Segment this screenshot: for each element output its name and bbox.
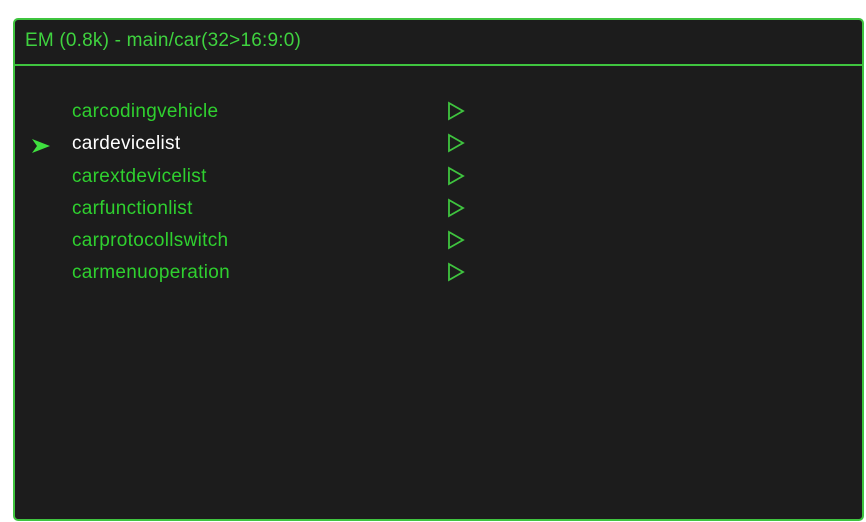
menu-item-label: carprotocollswitch <box>72 230 229 251</box>
menu-item-carextdevicelist[interactable]: carextdevicelist <box>15 163 485 195</box>
menu-item-label: carextdevicelist <box>72 166 207 187</box>
menu-item-label: carfunctionlist <box>72 198 193 219</box>
menu-item-cardevicelist[interactable]: cardevicelist <box>15 130 485 162</box>
selection-pointer-icon <box>32 139 50 153</box>
title-bar: EM (0.8k) - main/car(32>16:9:0) <box>15 20 862 66</box>
menu-item-carmenuoperation[interactable]: carmenuoperation <box>15 259 485 291</box>
submenu-triangle-icon <box>448 101 465 121</box>
menu-item-carfunctionlist[interactable]: carfunctionlist <box>15 195 485 227</box>
submenu-triangle-icon <box>448 133 465 153</box>
menu-item-label: cardevicelist <box>72 133 181 154</box>
submenu-triangle-icon <box>448 166 465 186</box>
menu-screen: EM (0.8k) - main/car(32>16:9:0) carcodin… <box>13 18 864 521</box>
window-frame: EM (0.8k) - main/car(32>16:9:0) carcodin… <box>0 0 866 522</box>
submenu-triangle-icon <box>448 230 465 250</box>
menu-item-carprotocollswitch[interactable]: carprotocollswitch <box>15 227 485 259</box>
submenu-triangle-icon <box>448 262 465 282</box>
menu-item-label: carcodingvehicle <box>72 101 219 122</box>
page-title: EM (0.8k) - main/car(32>16:9:0) <box>25 30 301 51</box>
menu-item-label: carmenuoperation <box>72 262 230 283</box>
menu-item-carcodingvehicle[interactable]: carcodingvehicle <box>15 98 485 130</box>
submenu-triangle-icon <box>448 198 465 218</box>
